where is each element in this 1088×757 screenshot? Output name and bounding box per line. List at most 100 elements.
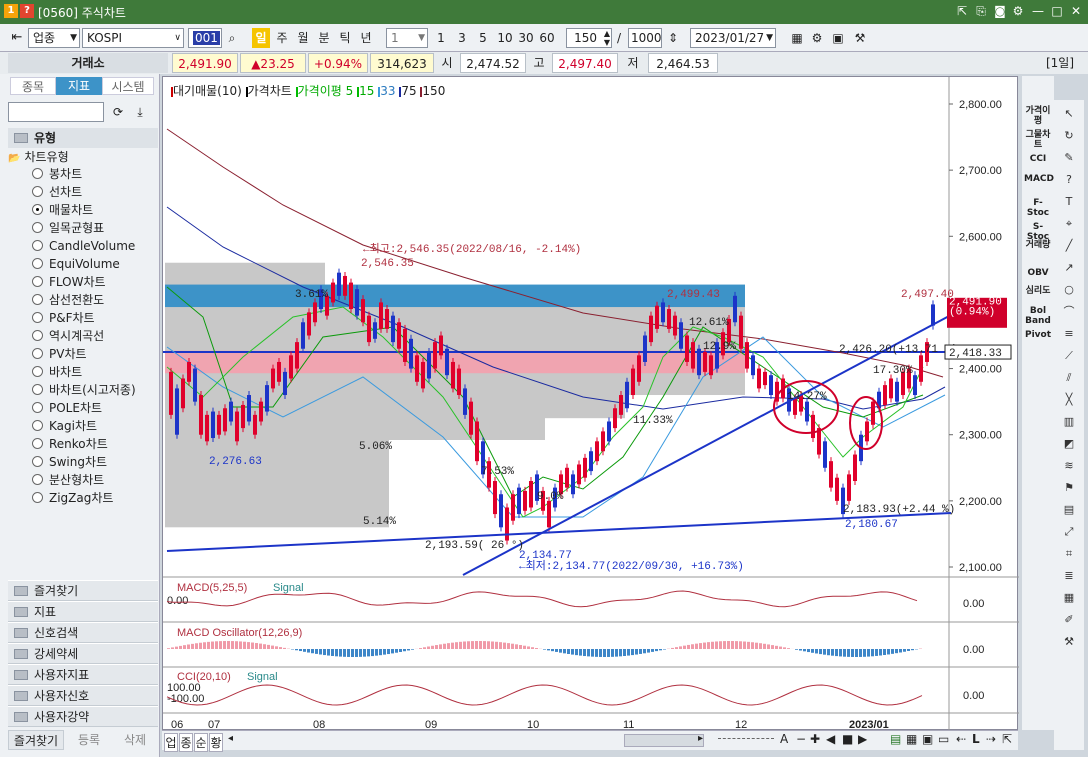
tab-system[interactable]: 시스템 [102,77,154,95]
tools-icon[interactable]: ⚒ [1060,634,1078,650]
scroll-icon[interactable]: ⇕ [664,28,682,48]
radio-icon[interactable] [32,168,43,179]
chart-type-8[interactable]: P&F차트 [32,310,95,327]
delete-button[interactable]: 삭제 [112,730,158,750]
chart-type-12[interactable]: 바차트(시고저종) [32,382,136,399]
menu-icon[interactable]: ≣ [1060,568,1078,584]
radio-icon[interactable] [32,420,43,431]
copy-icon[interactable]: ⎘ [973,3,989,19]
stepper-icon[interactable]: ▲ ▼ [604,29,610,47]
code-input[interactable]: 001 [188,28,222,48]
right-arrow-icon[interactable]: ⇢ [986,732,996,746]
chart-type-2[interactable]: 매물차트 [32,202,93,219]
prev-icon[interactable]: ◀ [826,732,835,746]
period-month[interactable]: 월 [294,28,312,48]
section-0[interactable]: 즐겨찾기 [8,580,158,601]
chart-type-9[interactable]: 역시계곡선 [32,328,104,345]
section-2[interactable]: 신호검색 [8,622,158,643]
wave-icon[interactable]: ≋ [1060,458,1078,474]
help-icon[interactable]: ? [20,4,34,18]
indicator-shortcut-5[interactable]: S-Stoc [1024,222,1052,242]
register-button[interactable]: 등록 [66,730,112,750]
pen-icon[interactable]: ✎ [1060,150,1078,166]
radio-icon[interactable] [32,474,43,485]
grid-icon[interactable]: ⌗ [1060,546,1078,562]
close-icon[interactable]: ✕ [1068,3,1084,19]
type-header[interactable]: 유형 [8,128,158,148]
indicator-search-input[interactable] [8,102,104,122]
index-select[interactable]: KOSPI ∨ [82,28,184,48]
trendline-icon[interactable]: ╱ [1060,238,1078,254]
excel-icon[interactable]: ▤ [890,732,901,746]
indicator-shortcut-0[interactable]: 가격이평 [1024,106,1052,126]
tab-up[interactable]: 업 [164,733,178,752]
rotate-icon[interactable]: ↻ [1060,128,1078,144]
left-arrow-icon[interactable]: ⇠ [956,732,966,746]
tab-stock[interactable]: 종목 [10,77,56,95]
zoom-out-icon[interactable]: − [796,732,806,746]
tab-sun[interactable]: 순 [194,733,208,752]
period-year[interactable]: 년 [357,28,375,48]
edit-icon[interactable]: ✐ [1060,612,1078,628]
text-icon[interactable]: T [1060,194,1078,210]
flag-icon[interactable]: ⚑ [1060,480,1078,496]
channel-icon[interactable]: ≡ [1060,326,1078,342]
stop-icon[interactable]: ■ [842,732,853,746]
radio-icon[interactable] [32,312,43,323]
chart-type-group[interactable]: 📂 차트유형 [8,148,69,166]
chart-type-10[interactable]: PV차트 [32,346,87,363]
radio-icon[interactable] [32,456,43,467]
period-minute[interactable]: 분 [315,28,333,48]
radio-icon[interactable] [32,222,43,233]
camera-icon[interactable]: ◙ [992,3,1008,19]
chart-area[interactable]: 2,800.002,700.002,600.002,500.002,400.00… [162,76,1019,731]
radio-icon[interactable] [32,186,43,197]
table-icon[interactable]: ▦ [1060,590,1078,606]
fan-icon[interactable]: ⟋ [1060,348,1078,364]
chart-type-17[interactable]: 분산형차트 [32,472,104,489]
arc-icon[interactable]: ⌒ [1060,304,1078,320]
radio-icon[interactable] [32,348,43,359]
indicator-shortcut-6[interactable]: 거래량 [1024,240,1052,250]
radio-icon[interactable] [32,438,43,449]
total-input[interactable]: 1000 [628,28,662,48]
circle-icon[interactable]: ○ [1060,282,1078,298]
chart-type-18[interactable]: ZigZag차트 [32,490,113,507]
help-icon[interactable]: ? [1060,172,1078,188]
pointer-icon[interactable]: ↖ [1060,106,1078,122]
save-icon[interactable]: ▣ [922,732,933,746]
list-icon[interactable]: ▤ [1060,502,1078,518]
radio-icon[interactable] [32,330,43,341]
scroll-left-icon[interactable]: ◂ [228,733,233,744]
target-icon[interactable]: ⌖ [1060,216,1078,232]
maximize-icon[interactable]: □ [1049,3,1065,19]
radio-icon[interactable] [32,240,43,251]
tab-indicator[interactable]: 지표 [56,77,102,95]
layout-icon[interactable]: ▦ [788,28,806,48]
interval-5[interactable]: 5 [474,28,492,48]
period-week[interactable]: 주 [273,28,291,48]
chart-type-5[interactable]: EquiVolume [32,256,120,273]
interval-10[interactable]: 10 [495,28,515,48]
refresh-icon[interactable]: ⟳ [110,104,126,120]
radio-icon[interactable] [32,366,43,377]
date-select[interactable]: 2023/01/27 ▼ [690,28,776,48]
tab-jong[interactable]: 종 [179,733,193,752]
zoom-slider[interactable] [718,738,774,743]
tab-favorites[interactable]: 즐겨찾기 [8,730,64,750]
radio-icon[interactable] [32,294,43,305]
indicator-shortcut-2[interactable]: CCI [1024,154,1052,164]
export-icon[interactable]: ⇱ [1002,732,1012,746]
section-1[interactable]: 지표 [8,601,158,622]
arrow-line-icon[interactable]: ↗ [1060,260,1078,276]
box-icon[interactable]: ◩ [1060,436,1078,452]
chart-type-16[interactable]: Swing차트 [32,454,107,471]
radio-icon[interactable] [32,276,43,287]
grid-icon[interactable]: ▦ [906,732,917,746]
period-day[interactable]: 일 [252,28,270,48]
download-icon[interactable]: ⤓ [132,104,148,120]
search-icon[interactable]: ⌕ [222,28,242,48]
chart-type-13[interactable]: POLE차트 [32,400,102,417]
zoom-in-icon[interactable]: ✚ [810,732,820,746]
radio-icon[interactable] [32,402,43,413]
